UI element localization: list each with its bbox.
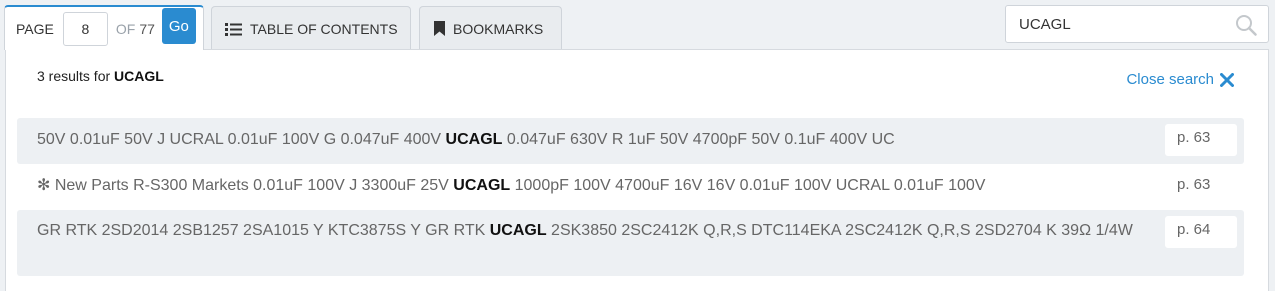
snippet-after: 2SK3850 2SC2412K Q,R,S DTC114EKA 2SC2412…: [546, 222, 1133, 239]
search-icon[interactable]: [1235, 14, 1257, 36]
snippet-match: UCAGL: [453, 177, 511, 194]
snippet-before: ✻ New Parts R-S300 Markets 0.01uF 100V J…: [37, 177, 454, 194]
list-icon: [225, 22, 242, 36]
result-snippet: GR RTK 2SD2014 2SB1257 2SA1015 Y KTC3875…: [37, 221, 1167, 241]
snippet-match: UCAGL: [489, 222, 547, 239]
snippet-match: UCAGL: [445, 131, 503, 148]
search-result[interactable]: GR RTK 2SD2014 2SB1257 2SA1015 Y KTC3875…: [17, 210, 1244, 276]
result-page: p. 63: [1165, 124, 1237, 156]
bookmark-icon: [434, 21, 445, 36]
search-results-panel: 3 results for UCAGL Close search 50V 0.0…: [5, 49, 1269, 291]
result-snippet: 50V 0.01uF 50V J UCRAL 0.01uF 100V G 0.0…: [37, 130, 895, 150]
tab-toc-label: TABLE OF CONTENTS: [250, 20, 398, 37]
search-input[interactable]: [1019, 15, 1229, 33]
page-navigator: PAGE OF 77 Go: [4, 5, 204, 50]
close-icon: [1220, 72, 1234, 87]
search-result[interactable]: 50V 0.01uF 50V J UCRAL 0.01uF 100V G 0.0…: [17, 118, 1244, 164]
toolbar: PAGE OF 77 Go TABLE OF CONTENTS BOOKMARK…: [0, 0, 1275, 50]
of-label: OF: [115, 20, 136, 37]
snippet-before: GR RTK 2SD2014 2SB1257 2SA1015 Y KTC3875…: [37, 222, 490, 239]
tab-bookmarks-label: BOOKMARKS: [453, 20, 544, 37]
total-pages: 77: [139, 20, 155, 37]
tab-table-of-contents[interactable]: TABLE OF CONTENTS: [211, 6, 411, 50]
results-count-prefix: 3 results for: [37, 68, 111, 84]
results-count-query: UCAGL: [114, 68, 164, 84]
snippet-after: 1000pF 100V 4700uF 16V 16V 0.01uF 100V U…: [510, 177, 986, 194]
close-search-label: Close search: [1126, 71, 1214, 88]
snippet-before: 50V 0.01uF 50V J UCRAL 0.01uF 100V G 0.0…: [37, 131, 446, 148]
result-page: p. 63: [1177, 176, 1211, 193]
snippet-after: 0.047uF 630V R 1uF 50V 4700pF 50V 0.1uF …: [502, 131, 895, 148]
page-label: PAGE: [16, 20, 54, 37]
go-button[interactable]: Go: [161, 8, 196, 44]
close-search-button[interactable]: Close search: [1126, 71, 1234, 88]
tab-bookmarks[interactable]: BOOKMARKS: [419, 6, 562, 50]
page-number-input[interactable]: [62, 11, 108, 46]
results-count: 3 results for UCAGL: [37, 68, 164, 84]
search-result[interactable]: ✻ New Parts R-S300 Markets 0.01uF 100V J…: [17, 164, 1244, 210]
result-snippet: ✻ New Parts R-S300 Markets 0.01uF 100V J…: [37, 176, 985, 196]
search-box: [1005, 5, 1269, 43]
result-page: p. 64: [1165, 216, 1237, 248]
